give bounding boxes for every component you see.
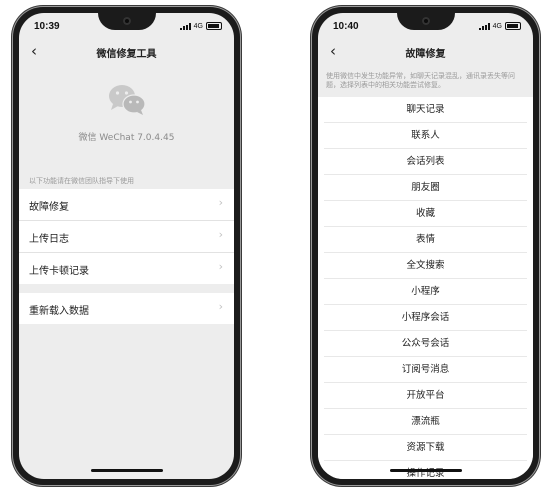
chevron-right-icon: › bbox=[218, 196, 223, 209]
repair-option-item[interactable]: 会话列表 bbox=[324, 149, 527, 175]
repair-option-item[interactable]: 表情 bbox=[324, 227, 527, 253]
repair-options-list: 聊天记录 联系人 会话列表 朋友圈 收藏 表情 全文搜索 小程序 小程序会话 公众号会话 订阅号消息… bbox=[318, 97, 533, 479]
screen-wechat-repair-tool: 10:39 4G ‹ 微信修复工具 微信 WeChat 7.0.4.45 以下功… bbox=[19, 13, 234, 479]
repair-option-item[interactable]: 订阅号消息 bbox=[324, 357, 527, 383]
repair-option-item[interactable]: 资源下载 bbox=[324, 435, 527, 461]
screen-fault-repair: 10:40 4G ‹ 故障修复 使用微信中发生功能异常，如聊天记录混乱，通讯录丢… bbox=[318, 13, 533, 479]
cell-label: 上传卡顿记录 bbox=[29, 266, 89, 277]
network-type: 4G bbox=[193, 22, 203, 30]
front-camera-icon bbox=[421, 17, 430, 25]
repair-option-item[interactable]: 全文搜索 bbox=[324, 253, 527, 279]
battery-icon bbox=[505, 22, 521, 30]
repair-option-item[interactable]: 联系人 bbox=[324, 123, 527, 149]
repair-option-item[interactable]: 小程序 bbox=[324, 279, 527, 305]
nav-bar: ‹ 故障修复 bbox=[318, 37, 533, 65]
phone-frame-right: 10:40 4G ‹ 故障修复 使用微信中发生功能异常，如聊天记录混乱，通讯录丢… bbox=[312, 7, 539, 485]
notch bbox=[97, 13, 156, 30]
signal-icon bbox=[478, 22, 490, 30]
reload-group: 重新载入数据 › bbox=[19, 293, 234, 324]
home-indicator[interactable] bbox=[90, 469, 163, 472]
cell-label: 上传日志 bbox=[29, 234, 69, 245]
section-hint: 以下功能请在微信团队指导下使用 bbox=[29, 177, 134, 185]
app-version: 微信 WeChat 7.0.4.45 bbox=[78, 133, 175, 143]
home-indicator[interactable] bbox=[389, 469, 462, 472]
page-title: 微信修复工具 bbox=[96, 49, 157, 60]
battery-icon bbox=[206, 22, 222, 30]
repair-description: 使用微信中发生功能异常，如聊天记录混乱，通讯录丢失等问题，选择列表中的相关功能尝… bbox=[326, 72, 515, 89]
repair-option-item[interactable]: 开放平台 bbox=[324, 383, 527, 409]
cell-label: 故障修复 bbox=[29, 202, 69, 213]
cell-upload-log[interactable]: 上传日志 › bbox=[19, 221, 234, 253]
tools-group: 故障修复 › 上传日志 › 上传卡顿记录 › bbox=[19, 189, 234, 284]
wechat-logo-icon bbox=[108, 85, 146, 115]
front-camera-icon bbox=[122, 17, 131, 25]
chevron-right-icon: › bbox=[218, 260, 223, 273]
repair-option-item[interactable]: 收藏 bbox=[324, 201, 527, 227]
repair-option-item[interactable]: 小程序会话 bbox=[324, 305, 527, 331]
repair-option-item[interactable]: 聊天记录 bbox=[324, 97, 527, 123]
cell-label: 重新载入数据 bbox=[29, 306, 89, 317]
status-time: 10:40 bbox=[333, 21, 359, 32]
nav-bar: ‹ 微信修复工具 bbox=[19, 37, 234, 65]
repair-option-item[interactable]: 漂流瓶 bbox=[324, 409, 527, 435]
chevron-right-icon: › bbox=[218, 300, 223, 313]
repair-option-item[interactable]: 朋友圈 bbox=[324, 175, 527, 201]
cell-reload-data[interactable]: 重新载入数据 › bbox=[19, 293, 234, 324]
cell-upload-lag-record[interactable]: 上传卡顿记录 › bbox=[19, 253, 234, 284]
cell-fault-repair[interactable]: 故障修复 › bbox=[19, 189, 234, 221]
notch bbox=[396, 13, 455, 30]
signal-icon bbox=[179, 22, 191, 30]
chevron-right-icon: › bbox=[218, 228, 223, 241]
phone-frame-left: 10:39 4G ‹ 微信修复工具 微信 WeChat 7.0.4.45 以下功… bbox=[13, 7, 240, 485]
network-type: 4G bbox=[492, 22, 502, 30]
page-title: 故障修复 bbox=[405, 49, 446, 60]
status-time: 10:39 bbox=[34, 21, 60, 32]
repair-option-item[interactable]: 公众号会话 bbox=[324, 331, 527, 357]
